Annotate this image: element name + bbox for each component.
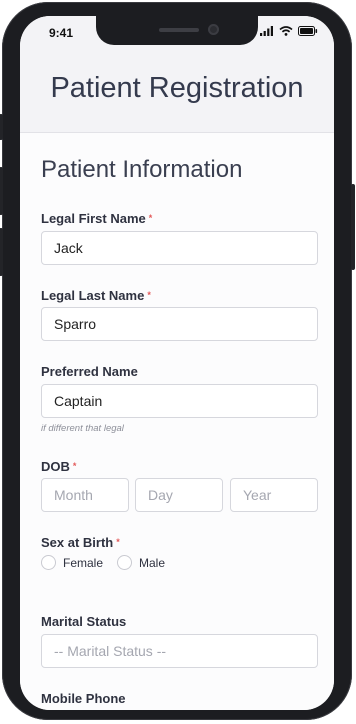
dob-day-input[interactable]: Day bbox=[135, 478, 223, 512]
preferred-name-label: Preferred Name bbox=[41, 364, 138, 379]
preferred-name-label-text: Preferred Name bbox=[41, 364, 138, 379]
dob-label: DOB * bbox=[41, 459, 76, 474]
last-name-label: Legal Last Name * bbox=[41, 288, 151, 303]
section-title: Patient Information bbox=[41, 156, 243, 183]
dob-label-text: DOB bbox=[41, 459, 70, 474]
sex-at-birth-label: Sex at Birth * bbox=[41, 535, 120, 550]
status-bar: 9:41 bbox=[20, 16, 334, 48]
volume-up-button bbox=[0, 167, 3, 215]
mobile-phone-label-text: Mobile Phone bbox=[41, 691, 126, 706]
last-name-input[interactable]: Sparro bbox=[41, 307, 318, 341]
sex-at-birth-radio-group: Female Male bbox=[41, 555, 179, 570]
phone-frame: 9:41 Patient Registration Patient Inform… bbox=[0, 2, 355, 720]
required-marker: * bbox=[148, 213, 153, 223]
front-camera bbox=[208, 24, 219, 35]
preferred-name-input[interactable]: Captain bbox=[41, 384, 318, 418]
power-button bbox=[351, 184, 355, 270]
battery-icon bbox=[298, 26, 318, 36]
signal-icon bbox=[260, 26, 273, 36]
sex-at-birth-label-text: Sex at Birth bbox=[41, 535, 114, 550]
dob-month-input[interactable]: Month bbox=[41, 478, 129, 512]
required-marker: * bbox=[147, 290, 151, 300]
marital-status-label-text: Marital Status bbox=[41, 614, 127, 629]
radio-male-label[interactable]: Male bbox=[139, 556, 165, 570]
notch bbox=[96, 16, 258, 45]
speaker-grille bbox=[159, 28, 199, 32]
first-name-label-text: Legal First Name bbox=[41, 211, 146, 226]
required-marker: * bbox=[72, 461, 77, 471]
form-content: Patient Information Legal First Name * Ja… bbox=[20, 133, 334, 710]
required-marker: * bbox=[116, 537, 120, 547]
marital-status-select[interactable]: -- Marital Status -- bbox=[41, 634, 318, 668]
last-name-label-text: Legal Last Name bbox=[41, 288, 145, 303]
marital-status-label: Marital Status bbox=[41, 614, 126, 629]
wifi-icon bbox=[279, 26, 293, 36]
radio-female-label[interactable]: Female bbox=[63, 556, 103, 570]
page-header: Patient Registration bbox=[20, 48, 334, 133]
mute-switch bbox=[0, 114, 3, 140]
page-title: Patient Registration bbox=[50, 72, 304, 104]
radio-female[interactable] bbox=[41, 555, 56, 570]
mobile-phone-label: Mobile Phone bbox=[41, 691, 126, 706]
phone-screen: 9:41 Patient Registration Patient Inform… bbox=[20, 16, 334, 710]
dob-year-input[interactable]: Year bbox=[230, 478, 318, 512]
first-name-input[interactable]: Jack bbox=[41, 231, 318, 265]
volume-down-button bbox=[0, 228, 3, 276]
preferred-name-hint: if different that legal bbox=[41, 423, 124, 434]
status-time: 9:41 bbox=[49, 26, 74, 40]
radio-male[interactable] bbox=[117, 555, 133, 570]
first-name-label: Legal First Name * bbox=[41, 211, 152, 226]
status-icons bbox=[260, 26, 318, 36]
